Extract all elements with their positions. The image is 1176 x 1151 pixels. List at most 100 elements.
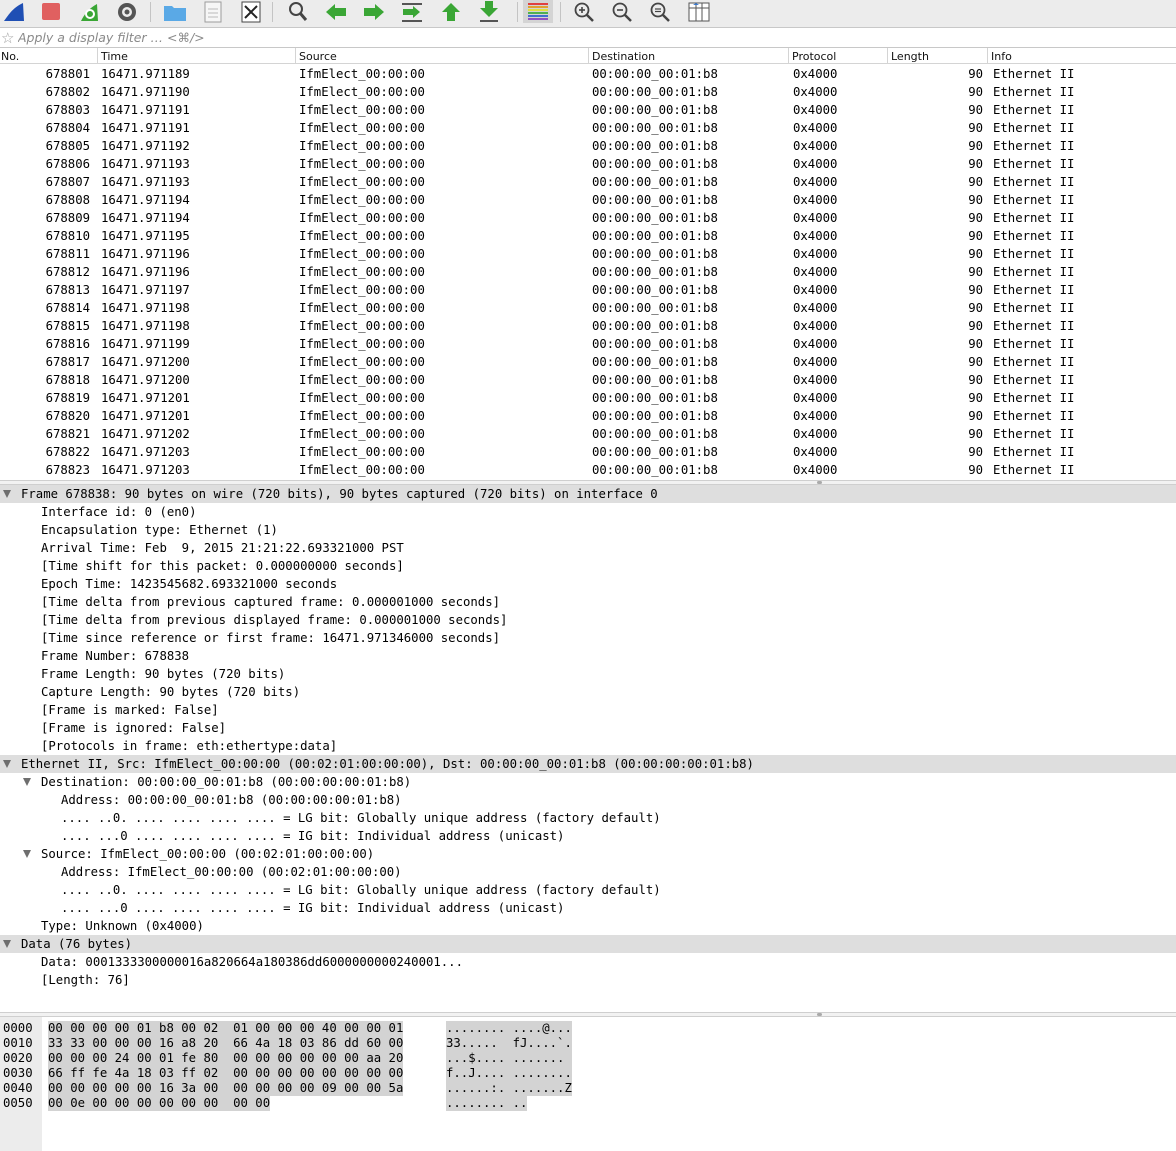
packet-row[interactable]: 678801 16471.971189 IfmElect_00:00:00 00:00…	[0, 65, 1176, 83]
restart-capture-icon[interactable]	[75, 0, 103, 24]
tree-field-row[interactable]: Data: 0001333300000016a820664a180386dd60…	[0, 953, 1176, 971]
tree-field-row[interactable]: Capture Length: 90 bytes (720 bits)	[0, 683, 1176, 701]
packet-row[interactable]: 678812 16471.971196 IfmElect_00:00:00 00:00…	[0, 263, 1176, 281]
column-header-time[interactable]: Time	[97, 48, 295, 64]
tree-section-row[interactable]: Data (76 bytes)	[0, 935, 1176, 953]
expand-triangle-icon[interactable]	[3, 490, 11, 498]
packet-row[interactable]: 678805 16471.971192 IfmElect_00:00:00 00:00…	[0, 137, 1176, 155]
packet-row[interactable]: 678807 16471.971193 IfmElect_00:00:00 00:00…	[0, 173, 1176, 191]
packet-row[interactable]: 678803 16471.971191 IfmElect_00:00:00 00:00…	[0, 101, 1176, 119]
hex-row[interactable]: 0050 00 0e 00 00 00 00 00 00 00 00.......…	[0, 1096, 1176, 1111]
packet-row[interactable]: 678823 16471.971203 IfmElect_00:00:00 00:00…	[0, 461, 1176, 479]
expand-triangle-icon[interactable]	[3, 760, 11, 768]
tree-field-row[interactable]: Type: Unknown (0x4000)	[0, 917, 1176, 935]
tree-field-row[interactable]: Address: 00:00:00_00:01:b8 (00:00:00:00:…	[0, 791, 1176, 809]
tree-field-row[interactable]: Epoch Time: 1423545682.693321000 seconds	[0, 575, 1176, 593]
packet-row[interactable]: 678811 16471.971196 IfmElect_00:00:00 00:00…	[0, 245, 1176, 263]
tree-field-row[interactable]: [Time delta from previous displayed fram…	[0, 611, 1176, 629]
packet-row[interactable]: 678822 16471.971203 IfmElect_00:00:00 00:00…	[0, 443, 1176, 461]
cell-source: IfmElect_00:00:00	[299, 463, 425, 477]
expand-triangle-icon[interactable]	[23, 850, 31, 858]
tree-field-row[interactable]: Source: IfmElect_00:00:00 (00:02:01:00:0…	[0, 845, 1176, 863]
tree-field-row[interactable]: Frame Number: 678838	[0, 647, 1176, 665]
tree-field-row[interactable]: Frame Length: 90 bytes (720 bits)	[0, 665, 1176, 683]
tree-field-row[interactable]: Destination: 00:00:00_00:01:b8 (00:00:00…	[0, 773, 1176, 791]
save-file-icon[interactable]	[199, 0, 227, 24]
cell-time: 16471.971194	[101, 211, 190, 225]
column-header-destination[interactable]: Destination	[588, 48, 788, 64]
column-header-source[interactable]: Source	[295, 48, 588, 64]
hex-row[interactable]: 0030 66 ff fe 4a 18 03 ff 02 00 00 00 00 …	[0, 1066, 1176, 1081]
go-first-packet-icon[interactable]	[437, 0, 465, 24]
tree-field-row[interactable]: Arrival Time: Feb 9, 2015 21:21:22.69332…	[0, 539, 1176, 557]
go-to-packet-icon[interactable]	[398, 0, 426, 24]
zoom-out-icon[interactable]	[608, 0, 636, 24]
packet-row[interactable]: 678819 16471.971201 IfmElect_00:00:00 00:00…	[0, 389, 1176, 407]
colorize-icon[interactable]	[522, 0, 554, 23]
cell-source: IfmElect_00:00:00	[299, 409, 425, 423]
tree-field-row[interactable]: .... ...0 .... .... .... .... = IG bit: …	[0, 827, 1176, 845]
column-header-protocol[interactable]: Protocol	[788, 48, 887, 64]
cell-info: Ethernet II	[993, 409, 1075, 423]
cell-length: 90	[968, 211, 983, 225]
go-forward-icon[interactable]	[360, 0, 388, 24]
hex-row[interactable]: 0020 00 00 00 24 00 01 fe 80 00 00 00 00 …	[0, 1051, 1176, 1066]
display-filter-input[interactable]	[18, 29, 1172, 46]
zoom-in-icon[interactable]	[570, 0, 598, 24]
tree-field-row[interactable]: Interface id: 0 (en0)	[0, 503, 1176, 521]
hex-row[interactable]: 0000 00 00 00 00 01 b8 00 02 01 00 00 00 …	[0, 1021, 1176, 1036]
go-back-icon[interactable]	[322, 0, 350, 24]
tree-field-row[interactable]: [Frame is ignored: False]	[0, 719, 1176, 737]
start-capture-icon[interactable]	[0, 0, 28, 24]
cell-time: 16471.971197	[101, 283, 190, 297]
cell-destination: 00:00:00_00:01:b8	[592, 409, 718, 423]
packet-row[interactable]: 678804 16471.971191 IfmElect_00:00:00 00:00…	[0, 119, 1176, 137]
bookmark-star-icon[interactable]: ☆	[1, 29, 14, 47]
hex-row[interactable]: 0040 00 00 00 00 00 16 3a 00 00 00 00 00 …	[0, 1081, 1176, 1096]
packet-row[interactable]: 678802 16471.971190 IfmElect_00:00:00 00:00…	[0, 83, 1176, 101]
tree-field-row[interactable]: .... ..0. .... .... .... .... = LG bit: …	[0, 881, 1176, 899]
packet-row[interactable]: 678818 16471.971200 IfmElect_00:00:00 00:00…	[0, 371, 1176, 389]
tree-section-row[interactable]: Frame 678838: 90 bytes on wire (720 bits…	[0, 485, 1176, 503]
close-file-icon[interactable]	[237, 0, 265, 24]
tree-field-row[interactable]: Address: IfmElect_00:00:00 (00:02:01:00:…	[0, 863, 1176, 881]
packet-row[interactable]: 678821 16471.971202 IfmElect_00:00:00 00:00…	[0, 425, 1176, 443]
expand-triangle-icon[interactable]	[23, 778, 31, 786]
stop-capture-icon[interactable]	[37, 0, 65, 24]
capture-options-icon[interactable]	[113, 0, 141, 24]
hex-bytes: 00 00 00 00 01 b8 00 02 01 00 00 00 40 0…	[48, 1021, 404, 1036]
column-header-length[interactable]: Length	[887, 48, 987, 64]
cell-source: IfmElect_00:00:00	[299, 121, 425, 135]
packet-row[interactable]: 678820 16471.971201 IfmElect_00:00:00 00:00…	[0, 407, 1176, 425]
packet-row[interactable]: 678816 16471.971199 IfmElect_00:00:00 00:00…	[0, 335, 1176, 353]
tree-field-row[interactable]: [Protocols in frame: eth:ethertype:data]	[0, 737, 1176, 755]
packet-row[interactable]: 678815 16471.971198 IfmElect_00:00:00 00:00…	[0, 317, 1176, 335]
packet-row[interactable]: 678808 16471.971194 IfmElect_00:00:00 00:00…	[0, 191, 1176, 209]
tree-field-row[interactable]: [Time since reference or first frame: 16…	[0, 629, 1176, 647]
column-header-info[interactable]: Info	[987, 48, 1176, 64]
column-header-no[interactable]: No.	[1, 48, 96, 64]
find-packet-icon[interactable]	[284, 0, 312, 24]
open-file-icon[interactable]	[161, 0, 189, 24]
packet-row[interactable]: 678813 16471.971197 IfmElect_00:00:00 00:00…	[0, 281, 1176, 299]
tree-item-label: [Time shift for this packet: 0.000000000…	[41, 559, 404, 573]
go-last-packet-icon[interactable]	[475, 0, 503, 24]
tree-section-row[interactable]: Ethernet II, Src: IfmElect_00:00:00 (00:…	[0, 755, 1176, 773]
packet-row[interactable]: 678810 16471.971195 IfmElect_00:00:00 00:00…	[0, 227, 1176, 245]
normal-size-icon[interactable]	[646, 0, 674, 24]
packet-row[interactable]: 678814 16471.971198 IfmElect_00:00:00 00:00…	[0, 299, 1176, 317]
resize-columns-icon[interactable]	[685, 0, 713, 24]
expand-triangle-icon[interactable]	[3, 940, 11, 948]
tree-field-row[interactable]: .... ...0 .... .... .... .... = IG bit: …	[0, 899, 1176, 917]
packet-row[interactable]: 678809 16471.971194 IfmElect_00:00:00 00:00…	[0, 209, 1176, 227]
tree-field-row[interactable]: [Frame is marked: False]	[0, 701, 1176, 719]
tree-field-row[interactable]: .... ..0. .... .... .... .... = LG bit: …	[0, 809, 1176, 827]
packet-row[interactable]: 678806 16471.971193 IfmElect_00:00:00 00:00…	[0, 155, 1176, 173]
packet-row[interactable]: 678817 16471.971200 IfmElect_00:00:00 00:00…	[0, 353, 1176, 371]
hex-offset: 0050	[3, 1096, 33, 1110]
tree-field-row[interactable]: Encapsulation type: Ethernet (1)	[0, 521, 1176, 539]
tree-field-row[interactable]: [Length: 76]	[0, 971, 1176, 989]
tree-field-row[interactable]: [Time shift for this packet: 0.000000000…	[0, 557, 1176, 575]
hex-row[interactable]: 0010 33 33 00 00 00 16 a8 20 66 4a 18 03 …	[0, 1036, 1176, 1051]
tree-field-row[interactable]: [Time delta from previous captured frame…	[0, 593, 1176, 611]
